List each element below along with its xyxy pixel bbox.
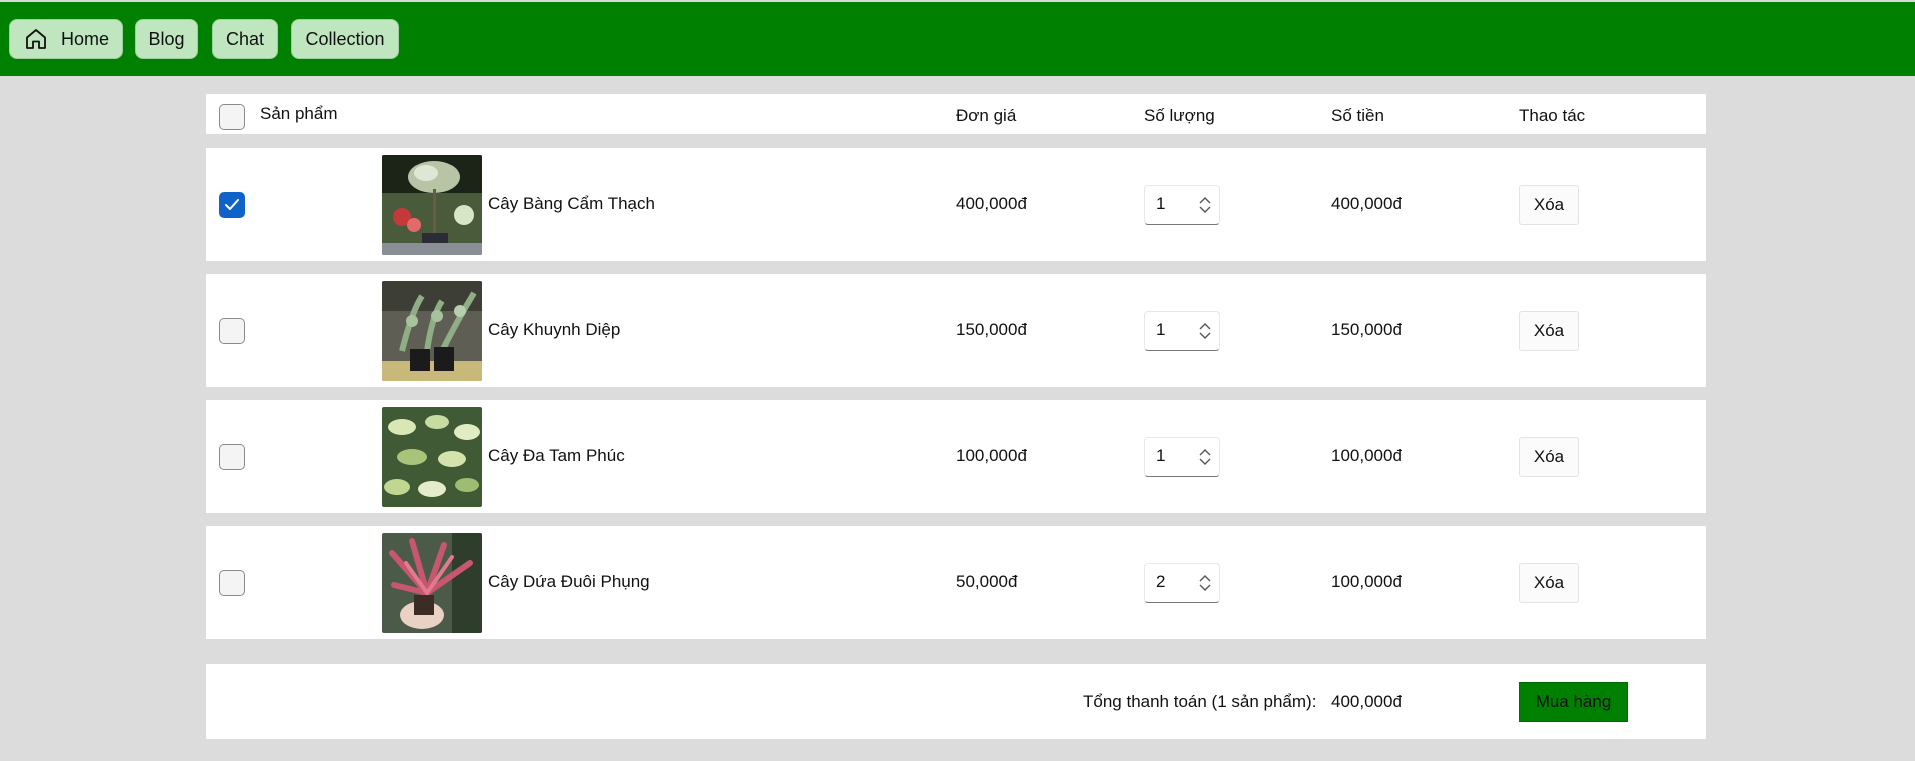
quantity-value: 2 [1156, 572, 1166, 591]
quantity-stepper[interactable]: 1 [1144, 311, 1220, 351]
delete-button[interactable]: Xóa [1519, 185, 1579, 225]
product-thumbnail[interactable] [382, 407, 482, 507]
product-name: Cây Khuynh Diệp [488, 320, 621, 339]
total-label: Tổng thanh toán (1 sản phẩm): [1083, 692, 1317, 711]
header-actions: Thao tác [1519, 106, 1586, 125]
header-product: Sản phẩm [260, 104, 338, 123]
cart-row: Cây Khuynh Diệp 150,000đ 1 150,000đ Xóa [206, 274, 1706, 387]
blog-button[interactable]: Blog [135, 19, 198, 59]
delete-button[interactable]: Xóa [1519, 563, 1579, 603]
top-navigation-bar: Home Blog Chat Collection [0, 0, 1915, 76]
row-checkbox[interactable] [219, 192, 245, 218]
header-quantity: Số lượng [1144, 106, 1215, 125]
unit-price: 100,000đ [956, 446, 1027, 465]
product-thumbnail[interactable] [382, 281, 482, 381]
home-label: Home [60, 28, 109, 49]
select-all-checkbox[interactable] [219, 104, 245, 130]
unit-price: 400,000đ [956, 194, 1027, 213]
quantity-stepper[interactable]: 1 [1144, 185, 1220, 225]
collection-label: Collection [305, 28, 385, 49]
product-thumbnail[interactable] [382, 533, 482, 633]
header-unit-price: Đơn giá [956, 106, 1017, 125]
row-amount: 100,000đ [1331, 446, 1402, 465]
quantity-value: 1 [1156, 320, 1166, 339]
spinner-arrows-icon[interactable] [1197, 195, 1213, 215]
spinner-arrows-icon[interactable] [1197, 447, 1213, 467]
unit-price: 150,000đ [956, 320, 1027, 339]
product-thumbnail[interactable] [382, 155, 482, 255]
spinner-arrows-icon[interactable] [1197, 321, 1213, 341]
quantity-value: 1 [1156, 194, 1166, 213]
product-name: Cây Dứa Đuôi Phụng [488, 572, 650, 591]
delete-button[interactable]: Xóa [1519, 437, 1579, 477]
cart-row: Cây Bàng Cẩm Thạch 400,000đ 1 400,000đ X… [206, 148, 1706, 261]
quantity-stepper[interactable]: 2 [1144, 563, 1220, 603]
row-checkbox[interactable] [219, 444, 245, 470]
blog-label: Blog [148, 28, 185, 49]
home-button[interactable]: Home [9, 19, 123, 59]
collection-button[interactable]: Collection [291, 19, 399, 59]
row-amount: 100,000đ [1331, 572, 1402, 591]
checkmark-icon [225, 199, 239, 210]
home-icon [23, 26, 49, 52]
buy-button[interactable]: Mua hàng [1519, 682, 1628, 722]
row-amount: 150,000đ [1331, 320, 1402, 339]
total-value: 400,000đ [1331, 692, 1402, 711]
quantity-stepper[interactable]: 1 [1144, 437, 1220, 477]
spinner-arrows-icon[interactable] [1197, 573, 1213, 593]
quantity-value: 1 [1156, 446, 1166, 465]
header-amount: Số tiền [1331, 106, 1384, 125]
checkout-bar: Tổng thanh toán (1 sản phẩm): 400,000đ M… [206, 664, 1706, 739]
delete-button[interactable]: Xóa [1519, 311, 1579, 351]
chat-label: Chat [225, 28, 265, 49]
cart-row: Cây Dứa Đuôi Phụng 50,000đ 2 100,000đ Xó… [206, 526, 1706, 639]
chat-button[interactable]: Chat [212, 19, 278, 59]
product-name: Cây Đa Tam Phúc [488, 446, 625, 465]
row-checkbox[interactable] [219, 570, 245, 596]
unit-price: 50,000đ [956, 572, 1018, 591]
cart-table-header: Sản phẩm Đơn giá Số lượng Số tiền Thao t… [206, 94, 1706, 134]
product-name: Cây Bàng Cẩm Thạch [488, 194, 655, 213]
row-amount: 400,000đ [1331, 194, 1402, 213]
row-checkbox[interactable] [219, 318, 245, 344]
cart-row: Cây Đa Tam Phúc 100,000đ 1 100,000đ Xóa [206, 400, 1706, 513]
